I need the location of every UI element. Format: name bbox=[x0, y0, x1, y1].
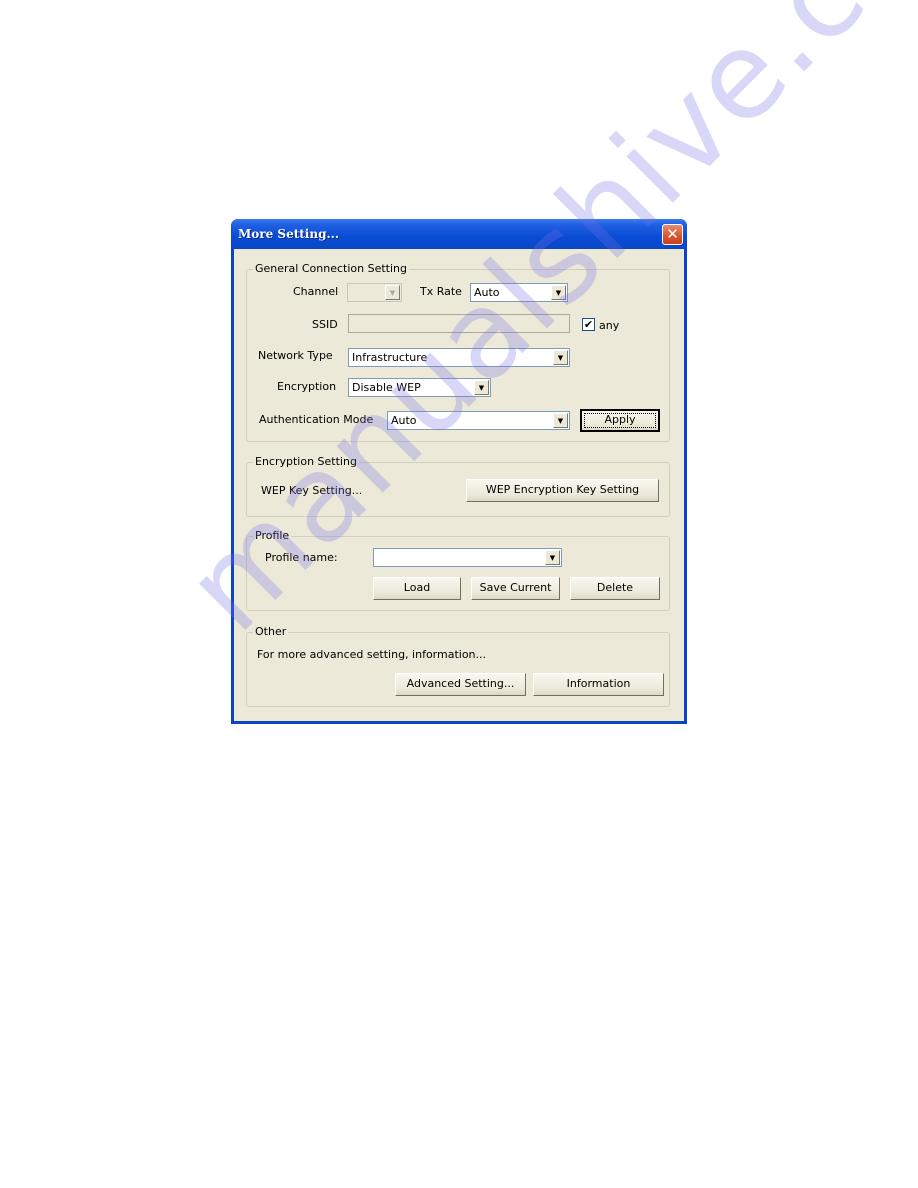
other-description: For more advanced setting, information..… bbox=[257, 648, 487, 661]
checkmark-icon: ✔ bbox=[583, 318, 594, 331]
apply-button[interactable]: Apply bbox=[580, 409, 660, 432]
delete-button-label: Delete bbox=[596, 581, 634, 594]
network-type-value: Infrastructure bbox=[352, 351, 428, 364]
auth-mode-select[interactable]: Auto ▼ bbox=[387, 411, 570, 430]
information-button[interactable]: Information bbox=[533, 673, 664, 696]
save-current-button[interactable]: Save Current bbox=[471, 577, 560, 600]
any-checkbox[interactable]: ✔ bbox=[582, 318, 595, 331]
channel-select[interactable]: ▼ bbox=[347, 283, 402, 302]
channel-label: Channel bbox=[293, 285, 339, 298]
profile-legend: Profile bbox=[253, 529, 292, 542]
any-label: any bbox=[599, 319, 620, 332]
focus-rect bbox=[584, 413, 656, 428]
ssid-label: SSID bbox=[312, 318, 338, 331]
load-button-label: Load bbox=[403, 581, 431, 594]
encryption-value: Disable WEP bbox=[352, 381, 421, 394]
general-connection-legend: General Connection Setting bbox=[253, 262, 409, 275]
wep-key-setting-text: WEP Key Setting... bbox=[261, 484, 363, 497]
encryption-setting-legend: Encryption Setting bbox=[253, 455, 359, 468]
close-icon: ✕ bbox=[666, 225, 679, 243]
network-type-label: Network Type bbox=[258, 349, 333, 362]
chevron-down-icon[interactable]: ▼ bbox=[545, 550, 560, 565]
save-current-button-label: Save Current bbox=[479, 581, 552, 594]
network-type-select[interactable]: Infrastructure ▼ bbox=[348, 348, 570, 367]
auth-mode-value: Auto bbox=[391, 414, 417, 427]
wep-encryption-key-button[interactable]: WEP Encryption Key Setting bbox=[466, 479, 659, 502]
load-button[interactable]: Load bbox=[373, 577, 461, 600]
delete-button[interactable]: Delete bbox=[570, 577, 660, 600]
chevron-down-icon[interactable]: ▼ bbox=[553, 413, 568, 428]
chevron-down-icon[interactable]: ▼ bbox=[385, 285, 400, 300]
tx-rate-select[interactable]: Auto ▼ bbox=[470, 283, 568, 302]
advanced-setting-button-label: Advanced Setting... bbox=[406, 677, 515, 690]
chevron-down-icon[interactable]: ▼ bbox=[553, 350, 568, 365]
profile-group: Profile Profile name: ▼ Load Save Curren… bbox=[246, 529, 670, 611]
ssid-input[interactable] bbox=[348, 314, 570, 333]
chevron-down-icon[interactable]: ▼ bbox=[474, 380, 489, 395]
window-title: More Setting... bbox=[238, 227, 340, 241]
more-setting-dialog: More Setting... ✕ General Connection Set… bbox=[231, 219, 687, 724]
profile-name-label: Profile name: bbox=[265, 551, 338, 564]
chevron-down-icon[interactable]: ▼ bbox=[551, 285, 566, 300]
other-legend: Other bbox=[253, 625, 289, 638]
title-bar[interactable]: More Setting... ✕ bbox=[231, 219, 687, 249]
tx-rate-label: Tx Rate bbox=[420, 285, 462, 298]
general-connection-group: General Connection Setting Channel ▼ Tx … bbox=[246, 262, 670, 442]
auth-mode-label: Authentication Mode bbox=[259, 413, 374, 426]
dialog-client-area: General Connection Setting Channel ▼ Tx … bbox=[234, 249, 684, 721]
profile-name-select[interactable]: ▼ bbox=[373, 548, 562, 567]
encryption-setting-group: Encryption Setting WEP Key Setting... WE… bbox=[246, 455, 670, 517]
information-button-label: Information bbox=[566, 677, 631, 690]
tx-rate-value: Auto bbox=[474, 286, 500, 299]
wep-encryption-key-button-label: WEP Encryption Key Setting bbox=[485, 483, 640, 496]
encryption-label: Encryption bbox=[277, 380, 337, 393]
close-button[interactable]: ✕ bbox=[662, 224, 683, 245]
advanced-setting-button[interactable]: Advanced Setting... bbox=[395, 673, 526, 696]
other-group: Other For more advanced setting, informa… bbox=[246, 625, 670, 707]
encryption-select[interactable]: Disable WEP ▼ bbox=[348, 378, 491, 397]
